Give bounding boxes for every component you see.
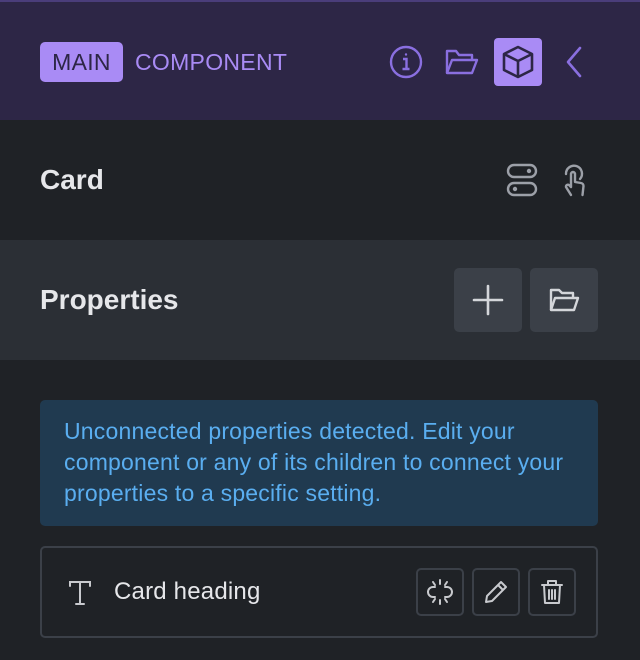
toggle-icon[interactable] <box>502 160 542 200</box>
component-name-row: Card <box>0 120 640 240</box>
folder-open-icon <box>548 286 580 314</box>
header-title: COMPONENT <box>135 49 288 75</box>
edit-property-button[interactable] <box>472 568 520 616</box>
main-badge: MAIN <box>40 42 123 82</box>
touch-icon[interactable] <box>554 160 594 200</box>
properties-header: Properties <box>0 240 640 360</box>
add-property-button[interactable] <box>454 268 522 332</box>
properties-title: Properties <box>40 284 179 315</box>
plus-icon <box>472 284 504 316</box>
component-name: Card <box>40 164 104 195</box>
unlink-property-button[interactable] <box>416 568 464 616</box>
component-header: MAIN COMPONENT <box>0 0 640 120</box>
text-type-icon <box>66 578 94 608</box>
properties-content: Unconnected properties detected. Edit yo… <box>0 360 640 660</box>
box-icon[interactable] <box>494 38 542 86</box>
unconnected-properties-notice: Unconnected properties detected. Edit yo… <box>40 400 598 526</box>
unlink-icon <box>426 578 454 606</box>
properties-folder-button[interactable] <box>530 268 598 332</box>
delete-property-button[interactable] <box>528 568 576 616</box>
trash-icon <box>539 578 565 606</box>
property-label: Card heading <box>114 578 261 605</box>
folder-open-icon[interactable] <box>440 40 484 84</box>
property-item[interactable]: Card heading <box>40 546 598 638</box>
pencil-icon <box>482 578 510 606</box>
chevron-left-icon[interactable] <box>552 40 596 84</box>
info-icon[interactable] <box>384 40 428 84</box>
